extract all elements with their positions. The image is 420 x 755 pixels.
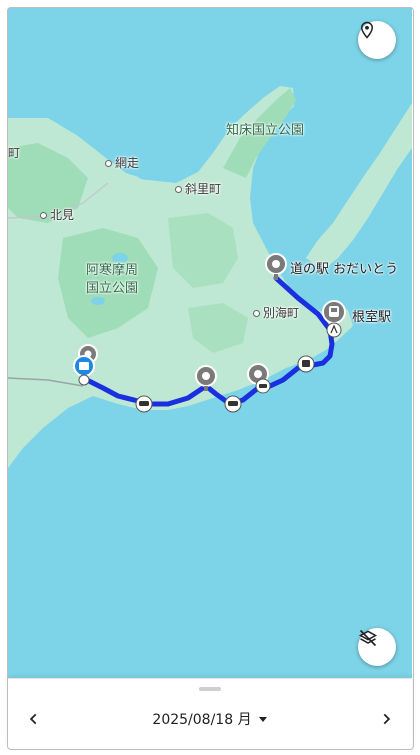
drag-handle[interactable]	[199, 687, 221, 691]
next-day-button[interactable]	[374, 707, 398, 731]
label-abashiri: 網走	[105, 154, 139, 171]
label-betsukai: 別海町	[253, 304, 299, 321]
prev-day-button[interactable]	[22, 707, 46, 731]
label-nemuro-station: 根室駅	[352, 310, 392, 325]
date-selector[interactable]: 2025/08/18 月	[138, 707, 282, 731]
station-pin	[322, 300, 346, 324]
chevron-right-icon	[383, 713, 391, 725]
car-stop-2	[224, 395, 242, 413]
map-canvas	[8, 86, 412, 468]
caret-down-icon	[258, 717, 267, 722]
layers-off-icon	[358, 629, 378, 647]
map-view[interactable]: 知床国立公園 網走 斜里町 北見 町 阿寒摩周 国立公園 別海町 道の駅 おだい…	[8, 8, 412, 678]
car-stop-3	[135, 395, 153, 413]
date-text: 2025/08/18 月	[152, 712, 252, 728]
label-edge-town: 町	[8, 146, 21, 160]
label-shari: 斜里町	[175, 180, 221, 197]
label-shiretoko-park: 知床国立公園	[226, 123, 305, 138]
layers-toggle-button[interactable]	[358, 628, 396, 666]
label-akan-park: 阿寒摩周 国立公園	[86, 263, 139, 296]
date-panel: 2025/08/18 月	[8, 678, 412, 749]
chevron-left-icon	[29, 713, 37, 725]
car-stop-1	[255, 378, 271, 394]
bus-stop-1	[297, 355, 315, 373]
kunashiri-island	[306, 103, 412, 270]
walk-stop	[326, 322, 342, 338]
location-pin-icon	[360, 21, 374, 39]
label-michinoeki: 道の駅 おだいとう	[290, 262, 399, 277]
locate-button[interactable]	[358, 21, 396, 59]
app-frame: 知床国立公園 網走 斜里町 北見 町 阿寒摩周 国立公園 別海町 道の駅 おだい…	[0, 0, 420, 755]
label-kitami: 北見	[40, 206, 74, 223]
